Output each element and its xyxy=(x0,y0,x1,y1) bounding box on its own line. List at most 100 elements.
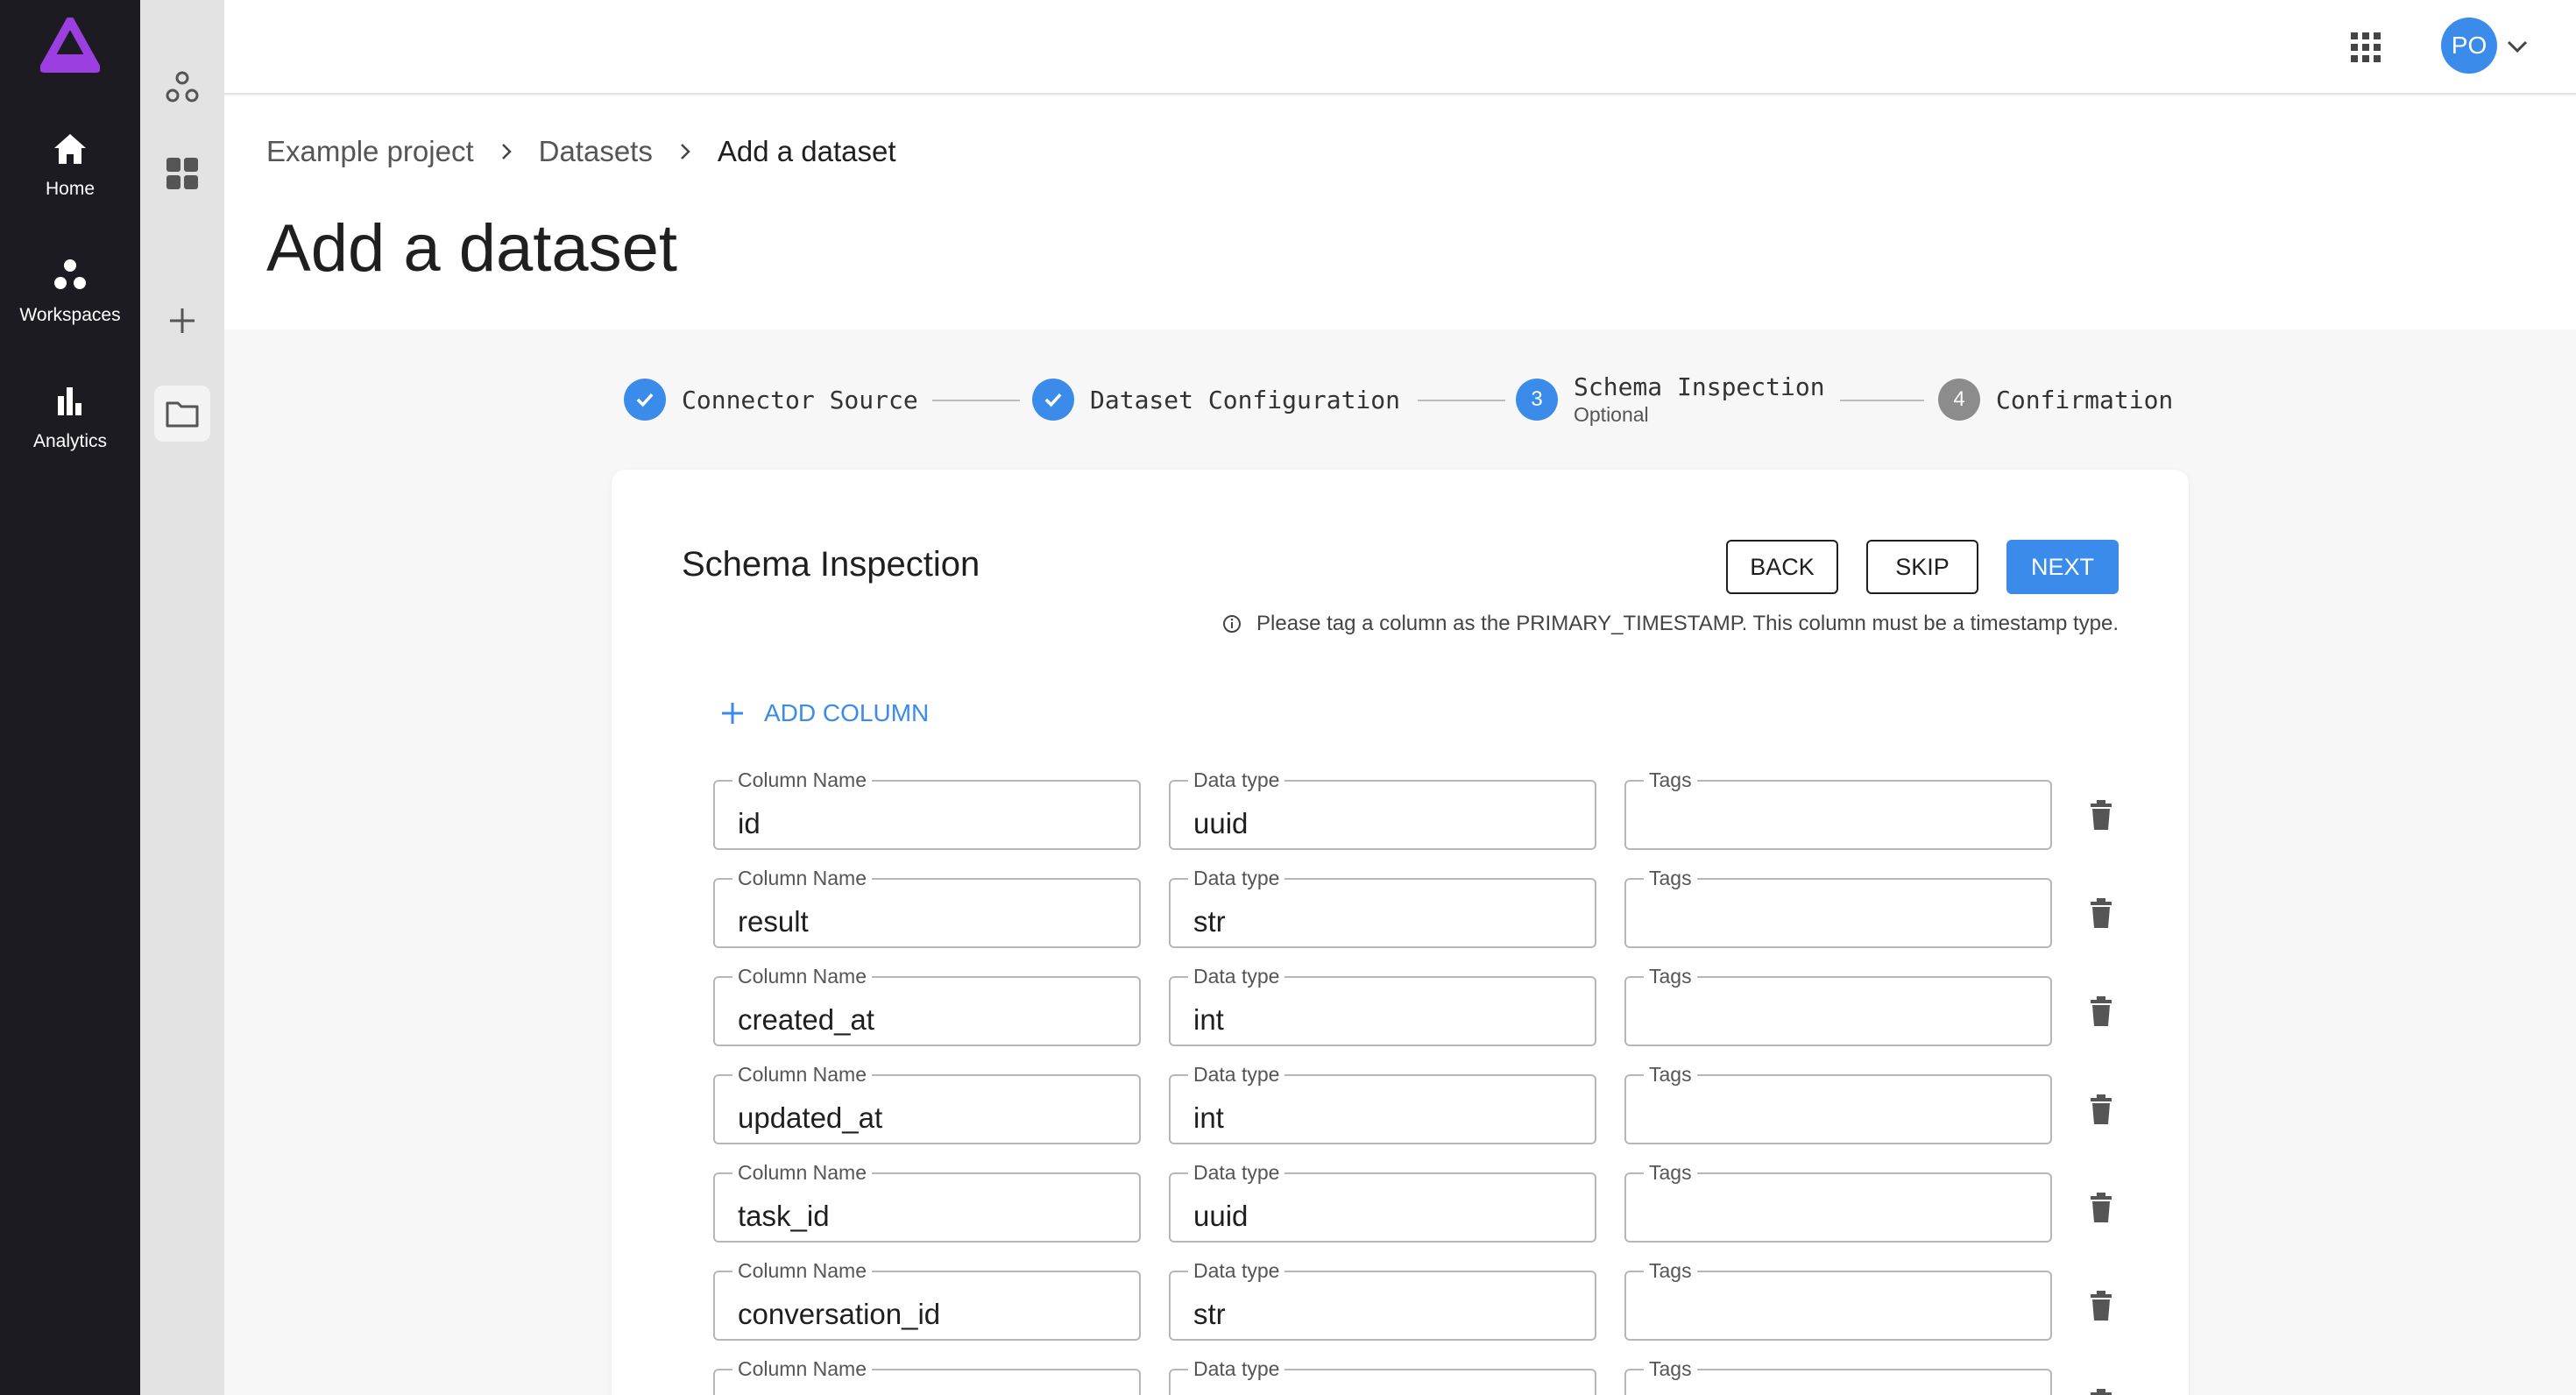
nav-item-analytics[interactable]: Analytics xyxy=(0,382,140,487)
column-name-field: Column Name xyxy=(713,965,1141,1046)
data-type-input[interactable] xyxy=(1171,1174,1595,1241)
nav-item-label: Home xyxy=(45,179,96,199)
nav-item-label: Analytics xyxy=(32,431,108,451)
column-name-input[interactable] xyxy=(715,1076,1139,1143)
data-type-input[interactable] xyxy=(1171,782,1595,848)
card-title: Schema Inspection xyxy=(682,545,980,584)
column-name-field: Column Name xyxy=(713,867,1141,948)
trash-icon[interactable] xyxy=(2084,1288,2119,1323)
tags-field: Tags xyxy=(1624,1259,2052,1341)
data-type-field: Data type xyxy=(1169,965,1596,1046)
step-label-text: Schema Inspection xyxy=(1574,372,1825,401)
rail-workspaces-button[interactable] xyxy=(154,60,210,116)
column-name-input[interactable] xyxy=(715,782,1139,848)
nav-item-workspaces[interactable]: Workspaces xyxy=(0,256,140,361)
data-type-input[interactable] xyxy=(1171,1076,1595,1143)
step-connector-line xyxy=(932,400,1020,401)
apps-grid-icon[interactable] xyxy=(2348,30,2383,65)
info-icon xyxy=(1223,615,1242,633)
trash-icon[interactable] xyxy=(2084,1190,2119,1225)
tags-input[interactable] xyxy=(1626,782,2050,848)
nav-item-home[interactable]: Home xyxy=(0,130,140,235)
trash-icon[interactable] xyxy=(2084,896,2119,931)
trash-icon[interactable] xyxy=(2084,1092,2119,1127)
tags-field: Tags xyxy=(1624,1063,2052,1144)
data-type-input[interactable] xyxy=(1171,880,1595,946)
rail-add-button[interactable] xyxy=(154,293,210,349)
plus-icon xyxy=(722,703,743,724)
tags-input[interactable] xyxy=(1626,978,2050,1044)
step-connector-source[interactable]: Connector Source xyxy=(624,373,918,426)
skip-button[interactable]: SKIP xyxy=(1866,540,1978,594)
schema-row: Column Name Data type Tags xyxy=(713,1259,2150,1342)
tags-input[interactable] xyxy=(1626,1174,2050,1241)
breadcrumb-current: Add a dataset xyxy=(717,135,896,167)
chevron-down-icon[interactable] xyxy=(2504,33,2530,60)
data-type-input[interactable] xyxy=(1171,978,1595,1044)
schema-row: Column Name Data type Tags xyxy=(713,1063,2150,1146)
home-icon xyxy=(54,134,86,164)
secondary-rail xyxy=(140,0,224,1395)
back-button[interactable]: BACK xyxy=(1726,540,1838,594)
column-name-input[interactable] xyxy=(715,880,1139,946)
breadcrumb-project-link[interactable]: Example project xyxy=(266,135,474,168)
chevron-down-icon[interactable] xyxy=(657,1388,692,1395)
data-type-input[interactable] xyxy=(1171,1370,1595,1395)
column-name-input[interactable] xyxy=(715,1370,1139,1395)
data-type-input[interactable] xyxy=(1171,1272,1595,1339)
breadcrumb: Example project Datasets Add a dataset xyxy=(266,135,896,168)
analytics-icon xyxy=(58,387,81,415)
column-name-input[interactable] xyxy=(715,1272,1139,1339)
schema-row: Column Name Data type Tags xyxy=(713,1357,2150,1395)
step-label: Confirmation xyxy=(1996,385,2174,414)
step-confirmation[interactable]: 4 Confirmation xyxy=(1938,373,2173,426)
step-label: Connector Source xyxy=(682,385,918,414)
tags-input[interactable] xyxy=(1626,1370,2050,1395)
step-number: 3 xyxy=(1516,379,1558,421)
tags-field: Tags xyxy=(1624,1161,2052,1243)
breadcrumb-datasets-link[interactable]: Datasets xyxy=(539,135,653,168)
tags-field: Tags xyxy=(1624,768,2052,850)
column-name-field: Column Name xyxy=(713,1357,1141,1395)
step-dataset-configuration[interactable]: Dataset Configuration xyxy=(1032,373,1400,426)
trash-icon[interactable] xyxy=(2084,994,2119,1029)
nav-item-label: Workspaces xyxy=(19,305,121,325)
page-header: Example project Datasets Add a dataset A… xyxy=(224,96,2576,329)
step-connector-line xyxy=(1418,400,1505,401)
tags-field: Tags xyxy=(1624,867,2052,948)
tags-field: Tags xyxy=(1624,965,2052,1046)
schema-row: Column Name Data type Tags xyxy=(713,1161,2150,1244)
data-type-field: Data type xyxy=(1169,867,1596,948)
tags-input[interactable] xyxy=(1626,880,2050,946)
check-icon xyxy=(1032,379,1074,421)
data-type-field: Data type xyxy=(1169,1063,1596,1144)
workspaces-icon xyxy=(54,259,86,289)
schema-row: Column Name Data type Tags xyxy=(713,768,2150,852)
hint-text: Please tag a column as the PRIMARY_TIMES… xyxy=(1221,612,2119,636)
rail-dashboard-button[interactable] xyxy=(154,145,210,202)
step-schema-inspection[interactable]: 3 Schema Inspection Optional xyxy=(1516,372,1825,426)
add-column-button[interactable]: ADD COLUMN xyxy=(718,699,929,727)
step-label: Dataset Configuration xyxy=(1090,385,1401,414)
rail-folder-button[interactable] xyxy=(154,386,210,442)
page-title: Add a dataset xyxy=(266,211,678,286)
step-connector-line xyxy=(1840,400,1924,401)
column-name-field: Column Name xyxy=(713,768,1141,850)
app-logo[interactable] xyxy=(40,18,100,74)
main-nav: Home Workspaces Analytics xyxy=(0,0,140,1395)
plus-icon xyxy=(170,308,195,333)
column-name-input[interactable] xyxy=(715,1174,1139,1241)
tags-field: Tags xyxy=(1624,1357,2052,1395)
tags-input[interactable] xyxy=(1626,1272,2050,1339)
workspaces-outline-icon xyxy=(166,71,199,103)
column-name-input[interactable] xyxy=(715,978,1139,1044)
data-type-field: Data type xyxy=(1169,1259,1596,1341)
trash-icon[interactable] xyxy=(2084,1386,2119,1395)
user-avatar[interactable]: PO xyxy=(2441,18,2497,74)
next-button[interactable]: NEXT xyxy=(2006,540,2119,594)
folder-icon xyxy=(166,401,199,428)
trash-icon[interactable] xyxy=(2084,797,2119,832)
tags-input[interactable] xyxy=(1626,1076,2050,1143)
schema-row: Column Name Data type Tags xyxy=(713,965,2150,1048)
data-type-field: Data type xyxy=(1169,1357,1596,1395)
